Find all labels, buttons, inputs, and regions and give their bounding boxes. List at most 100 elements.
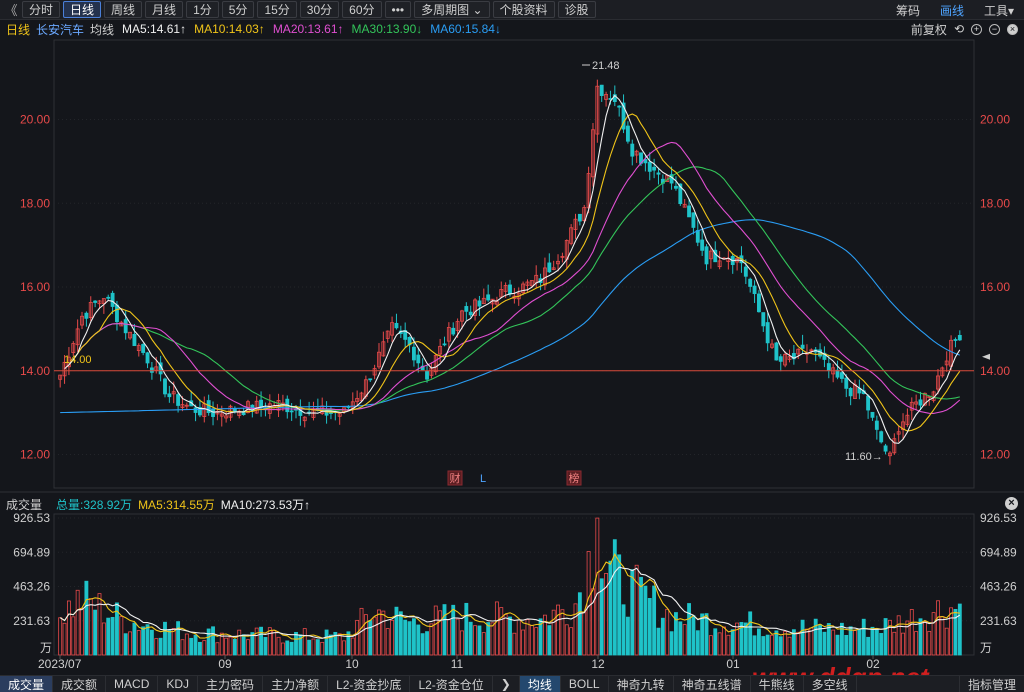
candle-body — [411, 346, 416, 361]
volume-bar — [477, 625, 482, 656]
indicator-tab-left-2[interactable]: MACD — [106, 675, 159, 692]
volume-bar — [385, 628, 390, 656]
candle-body — [957, 334, 962, 341]
candle-body — [141, 344, 146, 353]
price-tick-left: 12.00 — [20, 448, 50, 462]
volume-bar — [901, 632, 905, 656]
price-tick-left: 16.00 — [20, 280, 50, 294]
volume-bar — [717, 632, 722, 656]
volume-bar — [237, 629, 242, 656]
candle-body — [149, 367, 154, 373]
date-tick-label: 12 — [591, 657, 605, 671]
volume-bar — [879, 633, 884, 656]
volume-bar — [163, 621, 167, 656]
volume-bar — [800, 619, 805, 656]
current-price-marker-icon — [982, 353, 990, 360]
volume-bar — [403, 619, 408, 656]
chart-area[interactable]: 14.00 21.48 11.60→ 财 L 榜 20.00 20.00 18.00 18.00… — [0, 0, 1024, 675]
close-volume-icon[interactable]: × — [1005, 497, 1018, 510]
indicator-tab-right-2[interactable]: 神奇九转 — [609, 675, 674, 692]
volume-bar — [315, 639, 320, 656]
indicator-tab-right-1[interactable]: BOLL — [561, 675, 609, 692]
volume-bar — [805, 628, 809, 656]
volume-bar — [62, 622, 67, 656]
volume-bar — [752, 635, 757, 656]
date-tick-label: 01 — [726, 657, 740, 671]
candle-body — [866, 395, 871, 411]
indicator-tab-left-1[interactable]: 成交额 — [53, 675, 107, 692]
event-marker-0[interactable]: 财 — [450, 471, 461, 485]
volume-bar — [259, 626, 264, 656]
volume-bar — [756, 628, 761, 656]
volume-bar — [617, 554, 622, 656]
candle-body — [748, 278, 753, 287]
event-marker-2[interactable]: 榜 — [569, 471, 580, 485]
volume-bar — [687, 603, 691, 656]
volume-bar — [311, 638, 316, 656]
candle-body — [547, 262, 552, 273]
volume-bar — [189, 637, 194, 656]
volume-bar — [494, 601, 499, 656]
volume-bar — [700, 613, 705, 656]
indicator-tab-left-5[interactable]: 主力净额 — [263, 675, 329, 692]
date-tick-label: 09 — [218, 657, 232, 671]
volume-bar — [713, 628, 718, 656]
tabs-scroll-arrow[interactable]: ❯ — [493, 675, 520, 692]
volume-bar — [822, 631, 827, 656]
indicator-tab-right-3[interactable]: 神奇五线谱 — [674, 675, 751, 692]
candle-body — [695, 230, 700, 243]
candle-body — [508, 284, 512, 295]
candle-body — [800, 344, 805, 349]
candle-body — [687, 205, 691, 218]
volume-bar — [892, 631, 897, 656]
ma20-line — [77, 141, 961, 414]
indicator-tab-right-5[interactable]: 多空线 — [804, 675, 857, 692]
volume-tick-right: 231.63 — [980, 614, 1017, 628]
candle-body — [617, 105, 622, 108]
volume-bar — [765, 634, 770, 656]
indicator-tab-left-4[interactable]: 主力密码 — [198, 675, 264, 692]
volume-bar — [748, 611, 753, 656]
candle-body — [599, 84, 604, 96]
volume-bar — [870, 626, 875, 656]
indicator-tab-left-6[interactable]: L2-资金抄底 — [328, 675, 411, 692]
volume-bar — [861, 618, 866, 656]
event-marker-1[interactable]: L — [480, 473, 486, 485]
candle-body — [826, 363, 831, 371]
volume-bar — [211, 626, 215, 656]
volume-bar — [464, 602, 469, 656]
volume-bar — [665, 608, 670, 656]
volume-bar — [106, 617, 111, 656]
indicator-tab-left-7[interactable]: L2-资金仓位 — [410, 675, 493, 692]
candle-body — [167, 393, 172, 398]
volume-bar — [586, 551, 591, 656]
indicator-tab-left-0[interactable]: 成交量 — [0, 675, 54, 692]
volume-panel-frame — [53, 513, 975, 656]
volume-bar — [944, 627, 949, 656]
volume-tick-right: 694.89 — [980, 545, 1017, 559]
indicator-tab-left-3[interactable]: KDJ — [158, 675, 199, 692]
price-panel-frame — [53, 39, 975, 489]
volume-title[interactable]: 成交量 — [6, 496, 42, 513]
candle-body — [874, 420, 879, 430]
volume-bar — [337, 633, 342, 656]
watermark-text: www.ddgp.net — [752, 662, 930, 675]
indicator-tab-right-0[interactable]: 均线 — [519, 675, 561, 692]
candle-body — [394, 322, 399, 329]
volume-bar — [813, 618, 818, 656]
volume-bar — [783, 631, 788, 656]
volume-tick-left: 231.63 — [13, 614, 50, 628]
volume-bar — [534, 627, 539, 656]
candle-body — [774, 342, 779, 361]
volume-bar — [71, 616, 76, 656]
volume-bar — [141, 626, 146, 656]
volume-bar — [560, 609, 565, 656]
indicator-manage-button[interactable]: 指标管理 — [958, 675, 1024, 692]
volume-bar — [621, 604, 626, 656]
candle-body — [451, 327, 456, 335]
indicator-tab-right-4[interactable]: 牛熊线 — [751, 675, 804, 692]
candle-body — [193, 407, 198, 413]
date-tick-label: 10 — [345, 657, 359, 671]
volume-bar — [228, 636, 233, 656]
volume-bar — [809, 627, 814, 656]
